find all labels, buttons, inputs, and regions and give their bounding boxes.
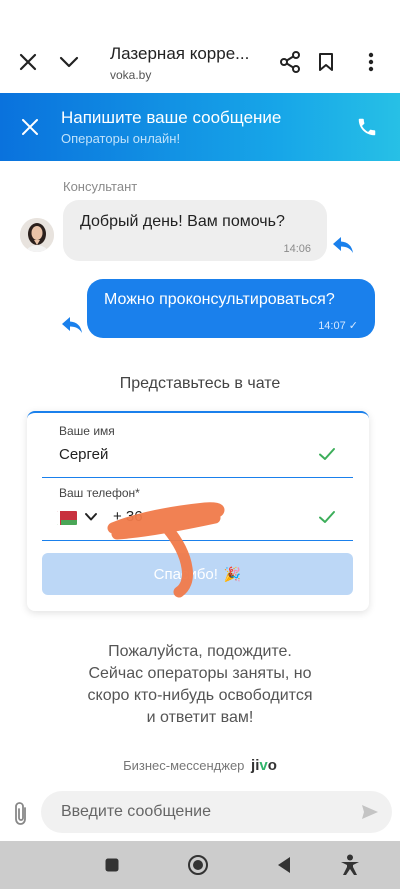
recents-icon[interactable] [100,853,124,877]
message-text: Добрый день! Вам помочь? [80,213,285,230]
check-icon [318,508,336,526]
belarus-flag-icon[interactable] [57,511,77,525]
chat-close-icon[interactable] [16,113,44,141]
page-url: voka.by [110,68,152,82]
avatar [20,218,54,252]
chat-header-subtitle: Операторы онлайн! [61,131,181,146]
wait-message: Пожалуйста, подождите. Сейчас операторы … [87,643,313,726]
chevron-down-icon[interactable] [84,510,98,524]
name-field[interactable]: Сергей [59,446,108,463]
intro-form-title: Представьтесь в чате [119,375,281,392]
message-composer [0,785,400,841]
message-input[interactable] [41,791,392,833]
check-icon [318,445,336,463]
message-time: 14:07 ✓ [318,320,358,332]
outgoing-message: Можно проконсультироваться? 14:07 ✓ [87,279,375,338]
reply-icon[interactable] [332,235,354,255]
system-nav-bar [0,841,400,889]
intro-form: Ваше имя Сергей Ваш телефон* + 36 Спасиб… [27,411,369,611]
phone-icon[interactable] [352,112,382,142]
browser-toolbar: Лазерная корре... voka.by [0,0,400,93]
page-title: Лазерная корре... [110,44,250,63]
close-icon[interactable] [12,46,44,78]
accessibility-icon[interactable] [338,853,362,877]
chat-header: Напишите ваше сообщение Операторы онлайн… [0,93,400,161]
paperclip-icon[interactable] [10,801,32,827]
send-icon[interactable] [360,802,380,822]
message-time: 14:06 [283,243,311,255]
home-icon[interactable] [186,853,210,877]
delivered-check-icon: ✓ [348,320,358,332]
message-text: Можно проконсультироваться? [104,291,335,308]
chat-header-title: Напишите ваше сообщение [61,108,282,127]
bookmark-icon[interactable] [310,46,342,78]
incoming-message: Добрый день! Вам помочь? 14:06 [63,200,327,261]
powered-by[interactable]: Бизнес-мессенджер jivo [0,757,400,774]
field-underline [42,477,353,478]
back-icon[interactable] [272,853,296,877]
powered-by-text: Бизнес-мессенджер [123,758,245,773]
name-field-label: Ваше имя [59,424,115,438]
more-vertical-icon[interactable] [355,46,387,78]
chevron-down-icon[interactable] [53,46,85,78]
reply-icon[interactable] [61,315,83,335]
jivo-logo: jivo [251,757,277,774]
redaction-scribble [107,502,225,598]
sender-label: Консультант [63,179,138,194]
share-icon[interactable] [274,46,306,78]
